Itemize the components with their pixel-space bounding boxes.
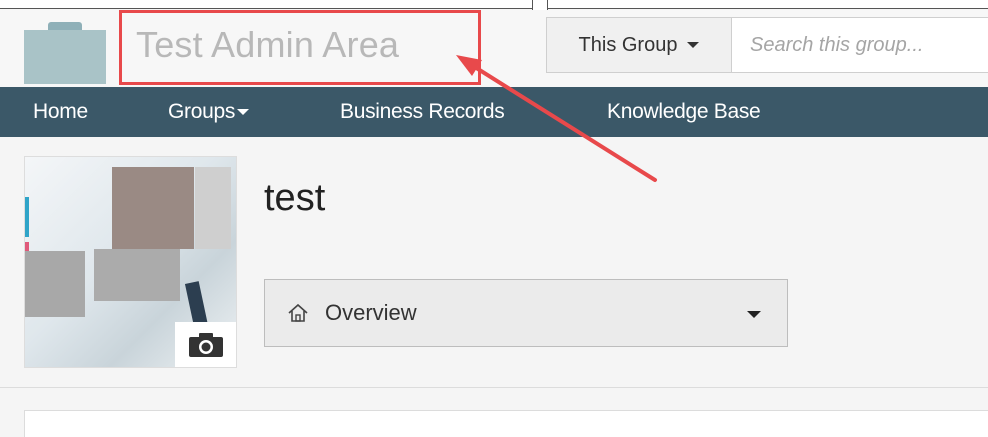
search-scope-dropdown[interactable]: This Group <box>546 17 731 73</box>
annotation-highlight-box <box>119 10 481 85</box>
section-dropdown-label: Overview <box>325 300 417 325</box>
section-dropdown[interactable]: Overview <box>264 279 788 347</box>
chevron-down-icon <box>747 311 761 318</box>
chevron-down-icon <box>687 42 700 48</box>
group-content: test Overview <box>0 137 988 437</box>
photo-redaction-block <box>25 251 85 317</box>
content-panel <box>24 410 988 437</box>
top-border-marker <box>532 0 548 10</box>
search-input[interactable] <box>731 17 988 73</box>
photo-redaction-block <box>195 167 231 249</box>
nav-item-label: Home <box>33 100 88 123</box>
photo-redaction-block <box>112 167 194 249</box>
search-scope-label: This Group <box>578 33 678 56</box>
photo-redaction-block <box>94 249 180 301</box>
site-header: Test Admin Area This Group <box>0 10 988 87</box>
camera-icon <box>189 333 223 357</box>
site-logo[interactable] <box>24 22 106 84</box>
content-divider <box>0 387 988 388</box>
chevron-down-icon <box>237 109 250 116</box>
nav-item-groups[interactable]: Groups <box>168 87 250 137</box>
nav-item-label: Business Records <box>340 100 505 123</box>
top-border <box>0 0 988 10</box>
logo-body <box>24 30 106 84</box>
nav-item-label: Knowledge Base <box>607 100 761 123</box>
nav-item-knowledge-base[interactable]: Knowledge Base <box>607 87 761 137</box>
nav-item-label: Groups <box>168 100 236 123</box>
nav-item-business-records[interactable]: Business Records <box>340 87 505 137</box>
group-photo <box>24 156 237 368</box>
nav-item-home[interactable]: Home <box>33 87 88 137</box>
home-icon <box>287 303 309 323</box>
main-nav: Home Groups Business Records Knowledge B… <box>0 87 988 137</box>
photo-accent-blue <box>25 197 29 237</box>
change-photo-button[interactable] <box>175 322 236 367</box>
group-name: test <box>264 177 326 219</box>
